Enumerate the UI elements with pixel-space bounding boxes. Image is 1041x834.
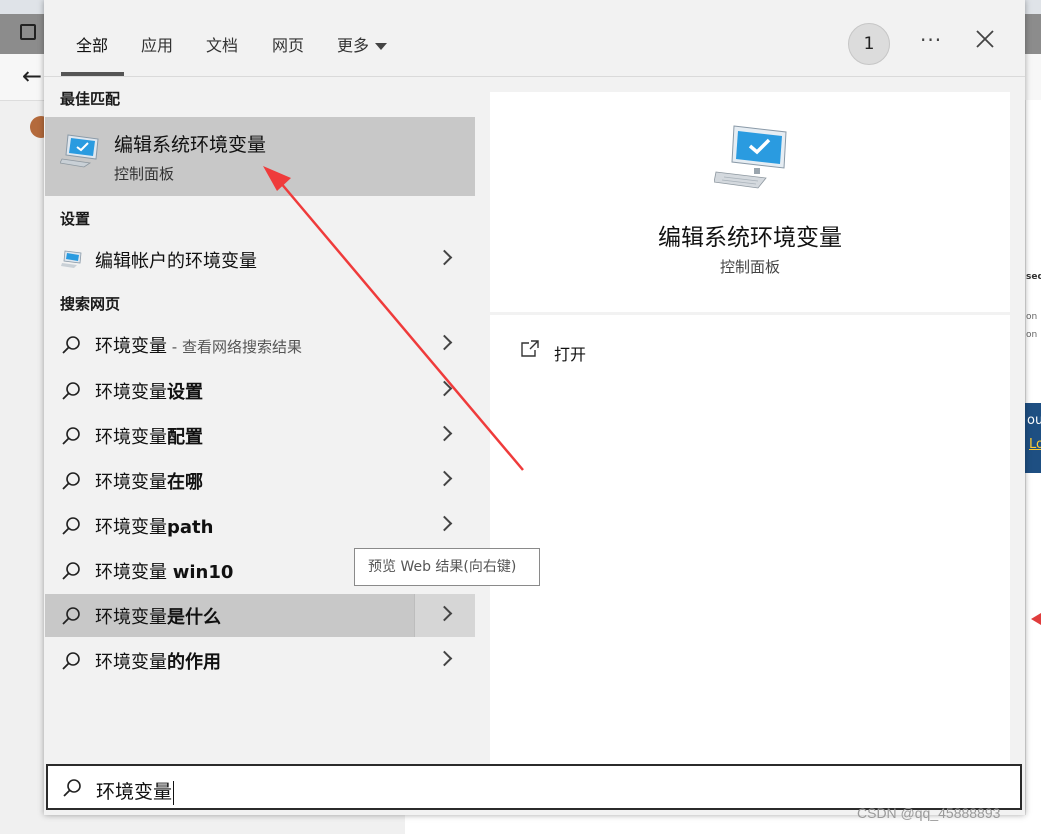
settings-result-label: 编辑帐户的环境变量 <box>95 251 257 272</box>
open-action-label[interactable]: 打开 <box>554 341 586 365</box>
search-icon <box>62 607 80 625</box>
web-result-label: 环境变量配置 <box>95 427 203 448</box>
active-tab-indicator <box>61 72 124 76</box>
edge-text: on <box>1026 330 1038 340</box>
chevron-right-icon[interactable] <box>436 425 453 442</box>
search-icon <box>62 336 80 354</box>
search-icon <box>62 562 80 580</box>
detail-pane-actions <box>490 315 1010 765</box>
tab-more[interactable]: 更多 <box>337 32 388 56</box>
detail-title: 编辑系统环境变量 <box>658 225 842 251</box>
web-result-row[interactable]: 环境变量 - 查看网络搜索结果 <box>45 323 475 366</box>
tab-all[interactable]: 全部 <box>76 32 108 56</box>
open-external-icon[interactable] <box>520 340 540 358</box>
tab-apps[interactable]: 应用 <box>141 32 173 56</box>
watermark-text: CSDN @qq_45888893 <box>857 805 1001 821</box>
computer-monitor-icon <box>61 250 82 268</box>
web-result-label: 环境变量 - 查看网络搜索结果 <box>95 336 302 357</box>
web-result-label: 环境变量path <box>95 517 214 538</box>
edge-banner-link[interactable]: Lo <box>1029 437 1041 452</box>
chevron-down-icon <box>375 43 388 50</box>
back-arrow-icon[interactable]: ← <box>22 62 42 90</box>
search-icon <box>63 779 81 797</box>
computer-monitor-icon <box>60 134 99 168</box>
search-icon <box>62 382 80 400</box>
web-result-label: 环境变量的作用 <box>95 652 221 673</box>
preview-tooltip: 预览 Web 结果(向右键) <box>354 548 540 586</box>
windows-search-flyout: 全部 应用 文档 网页 更多 1 ··· 最佳匹配 编辑系统环境变量 控制面板 … <box>44 0 1025 815</box>
search-input-value: 环境变量 <box>96 780 175 805</box>
more-options-icon[interactable]: ··· <box>920 28 942 52</box>
search-icon <box>62 517 80 535</box>
edge-banner-text: ou <box>1027 413 1041 428</box>
edge-red-marker-icon <box>1031 613 1041 625</box>
section-settings: 设置 <box>60 210 91 228</box>
close-icon[interactable] <box>974 28 996 50</box>
search-icon <box>62 652 80 670</box>
edge-text: sed <box>1026 272 1041 282</box>
web-result-row-highlighted[interactable]: 环境变量是什么 <box>45 594 475 637</box>
web-result-label: 环境变量设置 <box>95 382 203 403</box>
best-match-subtitle: 控制面板 <box>114 165 175 183</box>
web-result-label: 环境变量是什么 <box>95 607 221 628</box>
web-result-row[interactable]: 环境变量在哪 <box>45 459 475 502</box>
tab-documents[interactable]: 文档 <box>206 32 238 56</box>
web-result-label: 环境变量 win10 <box>95 562 234 583</box>
section-web-search: 搜索网页 <box>60 295 121 313</box>
chevron-right-icon[interactable] <box>436 334 453 351</box>
detail-subtitle: 控制面板 <box>719 258 780 276</box>
search-scope-tabs: 全部 应用 文档 网页 更多 1 ··· <box>44 0 1025 77</box>
chevron-right-icon[interactable] <box>436 470 453 487</box>
best-match-title: 编辑系统环境变量 <box>114 134 267 156</box>
chevron-right-icon[interactable] <box>436 515 453 532</box>
search-icon <box>62 472 80 490</box>
web-result-row[interactable]: 环境变量配置 <box>45 414 475 457</box>
web-result-row[interactable]: 环境变量path <box>45 504 475 547</box>
search-input[interactable]: 环境变量 <box>46 764 1022 810</box>
web-result-row[interactable]: 环境变量设置 <box>45 369 475 412</box>
web-result-row[interactable]: 环境变量的作用 <box>45 639 475 682</box>
text-caret <box>173 780 175 805</box>
rewards-badge[interactable]: 1 <box>848 23 890 65</box>
chevron-right-icon[interactable] <box>436 380 453 397</box>
section-best-match: 最佳匹配 <box>60 90 121 108</box>
search-icon <box>62 427 80 445</box>
edge-text: on <box>1026 312 1038 322</box>
computer-monitor-icon <box>714 125 787 189</box>
tab-actions-icon[interactable] <box>20 24 36 40</box>
tab-web[interactable]: 网页 <box>272 32 304 56</box>
web-result-label: 环境变量在哪 <box>95 472 203 493</box>
chevron-right-icon[interactable] <box>436 249 453 266</box>
tab-more-label: 更多 <box>337 36 370 55</box>
chevron-right-icon[interactable] <box>436 650 453 667</box>
settings-result-row[interactable]: 编辑帐户的环境变量 <box>45 238 475 281</box>
